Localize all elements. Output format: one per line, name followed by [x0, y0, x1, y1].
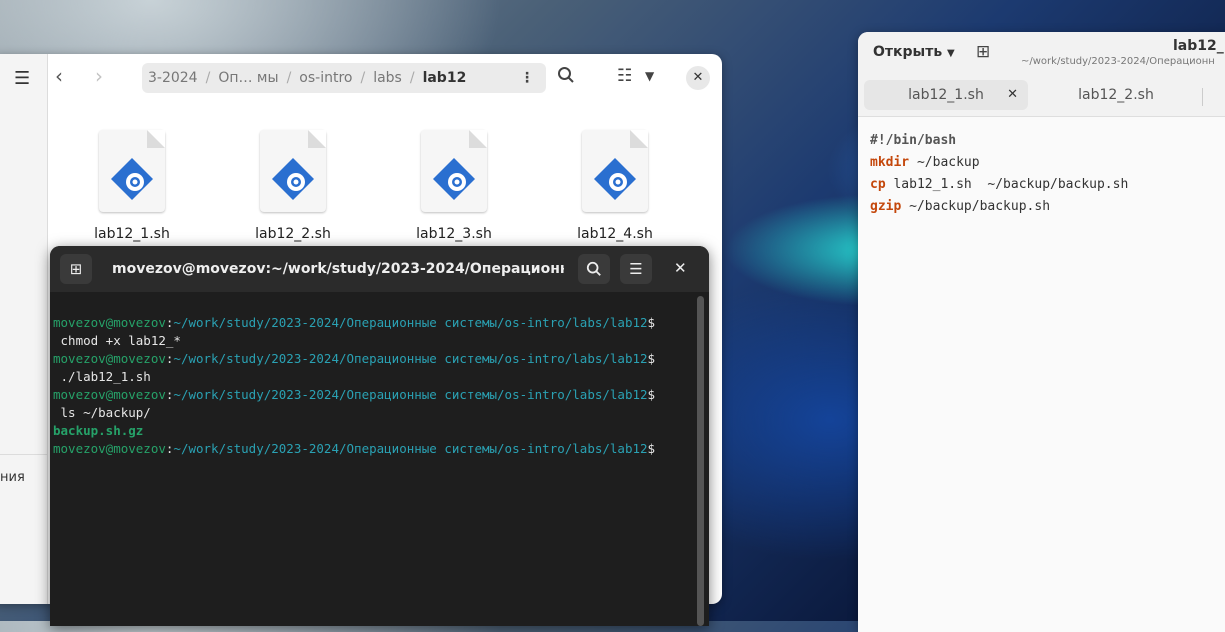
terminal-title: movezov@movezov:~/work/study/2023-2024/О…: [112, 261, 564, 277]
sidebar-divider: [0, 454, 47, 455]
search-icon: [586, 261, 601, 276]
code-text: ~/backup: [909, 155, 980, 170]
close-icon[interactable]: ✕: [686, 66, 710, 90]
chevron-down-icon[interactable]: ▼: [645, 69, 654, 83]
command-line: ls ~/backup/: [53, 405, 151, 420]
hamburger-menu-icon: ☰: [629, 260, 643, 278]
command-output: backup.sh.gz: [53, 423, 144, 438]
breadcrumb-separator: /: [409, 70, 415, 86]
tab-label: lab12_1.sh: [908, 87, 984, 103]
script-file-icon: [421, 130, 487, 212]
close-tab-icon[interactable]: ✕: [1007, 80, 1018, 110]
file-item[interactable]: lab12_3.sh: [394, 130, 514, 242]
editor-header: Открыть ▼ ⊞ lab12_1 ~/work/study/2023-20…: [858, 32, 1225, 76]
new-tab-icon: ⊞: [69, 260, 83, 278]
hamburger-menu-icon[interactable]: ☰: [14, 68, 30, 89]
scrollbar[interactable]: [697, 296, 704, 626]
file-name: lab12_3.sh: [416, 226, 492, 242]
prompt-user: movezov@movezov: [53, 387, 166, 402]
menu-button[interactable]: ☰: [620, 254, 652, 284]
code-text: lab12_1.sh ~/backup/backup.sh: [885, 177, 1129, 192]
file-item[interactable]: lab12_4.sh: [555, 130, 675, 242]
editor-tabbar: lab12_1.sh ✕ lab12_2.sh: [858, 76, 1225, 117]
code-text: ~/backup/backup.sh: [901, 199, 1051, 214]
prompt-line: movezov@movezov:~/work/study/2023-2024/О…: [53, 315, 656, 330]
tab-label: lab12_2.sh: [1078, 87, 1154, 103]
chevron-down-icon: ▼: [947, 48, 955, 59]
terminal-header: ⊞ movezov@movezov:~/work/study/2023-2024…: [50, 246, 709, 292]
new-document-icon[interactable]: ⊞: [976, 42, 990, 62]
new-tab-button[interactable]: ⊞: [60, 254, 92, 284]
file-item[interactable]: lab12_2.sh: [233, 130, 353, 242]
list-view-icon[interactable]: ☷: [617, 66, 632, 86]
script-file-icon: [582, 130, 648, 212]
file-manager-header: ‹ › 3-2024 / Оп… мы / os-intro / labs / …: [47, 54, 722, 100]
keyword: mkdir: [870, 155, 910, 170]
file-name: lab12_2.sh: [255, 226, 331, 242]
prompt-path: ~/work/study/2023-2024/Операционные сист…: [173, 387, 648, 402]
search-button[interactable]: [578, 254, 610, 284]
prompt-user: movezov@movezov: [53, 351, 166, 366]
prompt-user: movezov@movezov: [53, 441, 166, 456]
breadcrumb-segment[interactable]: Оп… мы: [212, 70, 284, 86]
breadcrumb-separator: /: [286, 70, 292, 86]
tab-lab12-1[interactable]: lab12_1.sh ✕: [864, 80, 1028, 110]
search-icon[interactable]: [557, 66, 575, 89]
breadcrumb-separator: /: [205, 70, 211, 86]
script-file-icon: [99, 130, 165, 212]
prompt-line: movezov@movezov:~/work/study/2023-2024/О…: [53, 387, 656, 402]
keyword: cp: [870, 177, 886, 192]
command-line: chmod +x lab12_*: [53, 333, 181, 348]
window-title: lab12_1: [1173, 38, 1225, 54]
code-line: #!/bin/bash: [870, 130, 1128, 152]
back-icon[interactable]: ‹: [55, 64, 63, 88]
keyword: gzip: [870, 199, 902, 214]
window-subtitle: ~/work/study/2023-2024/Операционн: [1021, 56, 1215, 67]
file-name: lab12_4.sh: [577, 226, 653, 242]
text-editor-window: Открыть ▼ ⊞ lab12_1 ~/work/study/2023-20…: [858, 32, 1225, 632]
shebang: #!/bin/bash: [870, 133, 957, 148]
breadcrumb-segment[interactable]: 3-2024: [142, 70, 204, 86]
breadcrumb-segment[interactable]: os-intro: [293, 70, 358, 86]
prompt-path: ~/work/study/2023-2024/Операционные сист…: [173, 315, 648, 330]
sidebar-item-label[interactable]: ния: [0, 470, 25, 485]
forward-icon[interactable]: ›: [95, 64, 103, 88]
code-line: mkdir ~/backup: [870, 152, 1128, 174]
tab-divider: [1202, 88, 1203, 106]
prompt-path: ~/work/study/2023-2024/Операционные сист…: [173, 351, 648, 366]
breadcrumb-current[interactable]: lab12: [417, 70, 473, 86]
file-item[interactable]: lab12_1.sh: [72, 130, 192, 242]
command-line: ./lab12_1.sh: [53, 369, 151, 384]
code-editor[interactable]: #!/bin/bash mkdir ~/backup cp lab12_1.sh…: [870, 130, 1128, 218]
terminal-window: ⊞ movezov@movezov:~/work/study/2023-2024…: [50, 246, 709, 626]
open-button[interactable]: Открыть ▼: [873, 44, 955, 60]
breadcrumb[interactable]: 3-2024 / Оп… мы / os-intro / labs / lab1…: [142, 63, 546, 93]
prompt-line: movezov@movezov:~/work/study/2023-2024/О…: [53, 441, 656, 456]
breadcrumb-separator: /: [360, 70, 366, 86]
breadcrumb-segment[interactable]: labs: [367, 70, 408, 86]
kebab-menu-icon[interactable]: ⋮: [514, 70, 546, 86]
prompt-user: movezov@movezov: [53, 315, 166, 330]
code-line: cp lab12_1.sh ~/backup/backup.sh: [870, 174, 1128, 196]
file-name: lab12_1.sh: [94, 226, 170, 242]
terminal-output[interactable]: movezov@movezov:~/work/study/2023-2024/О…: [53, 296, 693, 494]
script-file-icon: [260, 130, 326, 212]
close-icon[interactable]: ✕: [674, 259, 687, 277]
open-button-label: Открыть: [873, 44, 943, 60]
prompt-line: movezov@movezov:~/work/study/2023-2024/О…: [53, 351, 656, 366]
tab-lab12-2[interactable]: lab12_2.sh: [1034, 80, 1198, 110]
code-line: gzip ~/backup/backup.sh: [870, 196, 1128, 218]
prompt-path: ~/work/study/2023-2024/Операционные сист…: [173, 441, 648, 456]
sidebar: ☰ ния: [0, 54, 48, 604]
